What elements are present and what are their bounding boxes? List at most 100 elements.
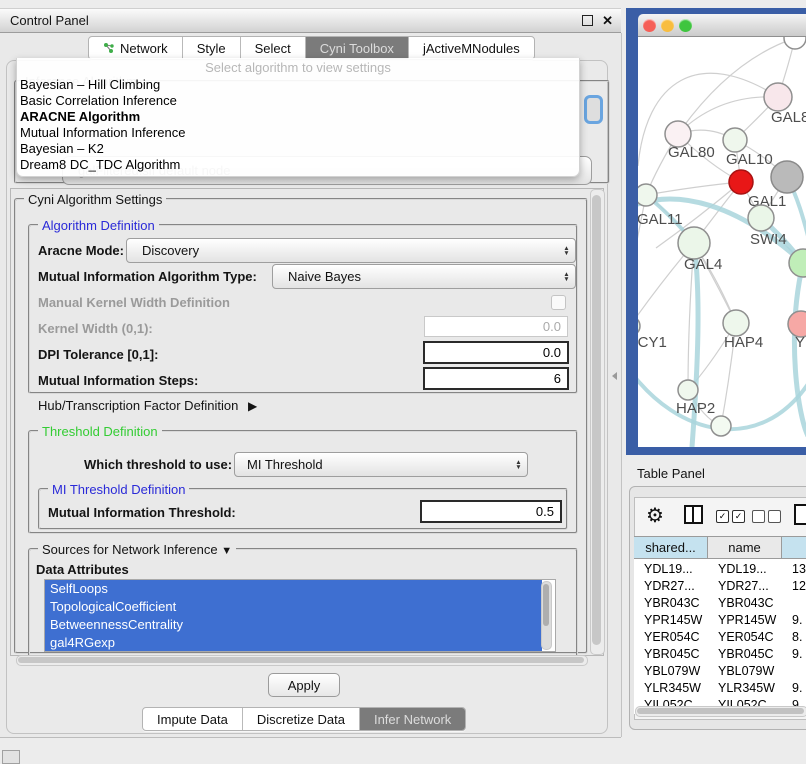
settings-horizontal-scrollbar[interactable] xyxy=(16,655,588,666)
attribute-item[interactable]: TopologicalCoefficient xyxy=(45,598,542,616)
window-close-icon[interactable] xyxy=(643,19,656,32)
table-row[interactable]: YPR145WYPR145W9. xyxy=(634,611,806,628)
network-node-gal4[interactable] xyxy=(678,227,710,259)
table-row[interactable]: YBR045CYBR045C9. xyxy=(634,645,806,662)
mi-threshold-group-title: MI Threshold Definition xyxy=(48,482,189,497)
close-panel-icon[interactable]: ✕ xyxy=(602,16,613,26)
new-table-icon[interactable] xyxy=(794,504,806,525)
table-cell: YLR345W xyxy=(634,681,708,695)
table-row[interactable]: YDR27...YDR27...12 xyxy=(634,577,806,594)
table-cell: YPR145W xyxy=(634,613,708,627)
table-cell: 9. xyxy=(782,647,806,661)
mi-threshold-input[interactable]: 0.5 xyxy=(420,500,562,523)
network-node-gal11[interactable] xyxy=(638,184,657,206)
network-node-hap4[interactable] xyxy=(723,310,749,336)
network-edge[interactable] xyxy=(638,195,646,276)
sources-group-title[interactable]: Sources for Network Inference ▼ xyxy=(38,542,236,557)
tab-label: Cyni Toolbox xyxy=(320,41,394,56)
aracne-mode-value: Discovery xyxy=(127,243,558,258)
network-node-gcy1[interactable] xyxy=(638,316,640,336)
mi-steps-input[interactable]: 6 xyxy=(423,367,569,390)
mi-threshold-label: Mutual Information Threshold: xyxy=(48,505,236,520)
network-graph: GAL8GAL80GAL10GAL1GAL11SWI4GAL4GCY1HAP4Y… xyxy=(638,36,806,447)
tab-impute-data[interactable]: Impute Data xyxy=(143,708,243,730)
split-columns-icon[interactable] xyxy=(684,505,703,524)
dpi-tolerance-input[interactable]: 0.0 xyxy=(423,341,569,364)
threshold-definition-title: Threshold Definition xyxy=(38,424,162,439)
table-cell: YDL19... xyxy=(708,562,782,576)
table-cell: YBR043C xyxy=(708,596,782,610)
dropdown-item[interactable]: Mutual Information Inference xyxy=(17,125,579,141)
cyni-settings-title: Cyni Algorithm Settings xyxy=(24,192,166,207)
network-node-hap2[interactable] xyxy=(678,380,698,400)
tab-network[interactable]: Network xyxy=(89,37,183,59)
dropdown-item[interactable]: Bayesian – K2 xyxy=(17,141,579,157)
network-canvas[interactable]: GAL8GAL80GAL10GAL1GAL11SWI4GAL4GCY1HAP4Y… xyxy=(638,36,806,447)
checked-columns-icon[interactable]: ✓ ✓ xyxy=(716,510,745,523)
table-row[interactable]: YBR043CYBR043C xyxy=(634,594,806,611)
network-node-gal8[interactable] xyxy=(764,83,792,111)
manual-kernel-checkbox[interactable] xyxy=(551,295,566,310)
apply-button[interactable]: Apply xyxy=(268,673,340,697)
tab-infer-network[interactable]: Infer Network xyxy=(360,708,465,730)
which-threshold-combo[interactable]: MI Threshold ▲▼ xyxy=(234,452,528,477)
dropdown-item[interactable]: ARACNE Algorithm xyxy=(17,109,579,125)
mi-steps-value: 6 xyxy=(554,371,561,386)
attributes-list-scrollbar[interactable] xyxy=(541,581,552,650)
dropdown-item[interactable]: Dream8 DC_TDC Algorithm xyxy=(17,157,579,173)
float-panel-icon[interactable] xyxy=(582,15,593,26)
combo-stepper-icon: ▲▼ xyxy=(558,246,575,256)
tab-label: Impute Data xyxy=(157,712,228,727)
focused-spinner-fragment[interactable] xyxy=(584,95,603,124)
gear-icon[interactable]: ⚙ xyxy=(646,503,664,528)
tab-jactivemnodules[interactable]: jActiveMNodules xyxy=(409,37,534,59)
control-panel-header: Control Panel ✕ xyxy=(0,8,621,33)
kernel-width-value: 0.0 xyxy=(543,319,561,334)
network-node-gal1[interactable] xyxy=(729,170,753,194)
tab-select[interactable]: Select xyxy=(241,37,306,59)
tab-label: Discretize Data xyxy=(257,712,345,727)
mi-steps-label: Mutual Information Steps: xyxy=(38,373,198,388)
tab-cyni-toolbox[interactable]: Cyni Toolbox xyxy=(306,37,409,59)
table-cell: YLR345W xyxy=(708,681,782,695)
table-row[interactable]: YBL079WYBL079W xyxy=(634,662,806,679)
tab-style[interactable]: Style xyxy=(183,37,241,59)
table-horizontal-scrollbar[interactable] xyxy=(635,706,806,717)
column-header-1[interactable]: shared... xyxy=(634,536,708,559)
dropdown-item[interactable]: Basic Correlation Inference xyxy=(17,93,579,109)
window-zoom-icon[interactable] xyxy=(679,19,692,32)
table-cell: 9. xyxy=(782,613,806,627)
splitpane-collapse-icon[interactable] xyxy=(612,372,617,380)
table-row[interactable]: YDL19...YDL19...13 xyxy=(634,560,806,577)
algorithm-definition-title: Algorithm Definition xyxy=(38,218,159,233)
dropdown-item[interactable]: Bayesian – Hill Climbing xyxy=(17,77,579,93)
table-cell: YPR145W xyxy=(708,613,782,627)
column-header-3[interactable]: A xyxy=(782,536,806,559)
network-node-swi4[interactable] xyxy=(748,205,774,231)
table-row[interactable]: YER054CYER054C8. xyxy=(634,628,806,645)
network-node-gray-node[interactable] xyxy=(771,161,803,193)
hub-definition-expander[interactable]: Hub/Transcription Factor Definition ▶ xyxy=(38,398,257,413)
table-row[interactable]: YLR345WYLR345W9. xyxy=(634,679,806,696)
network-window-titlebar[interactable] xyxy=(638,14,806,37)
table-cell: YER054C xyxy=(708,630,782,644)
table-cell: 9. xyxy=(782,681,806,695)
attribute-item[interactable]: SelfLoops xyxy=(45,580,542,598)
settings-vertical-scrollbar[interactable] xyxy=(590,189,605,655)
network-node-top-partial[interactable] xyxy=(784,36,806,49)
node-label: Y xyxy=(795,334,805,351)
table-cell: YDL19... xyxy=(634,562,708,576)
network-node-bottom-partial[interactable] xyxy=(711,416,731,436)
network-node-gal10[interactable] xyxy=(723,128,747,152)
tab-discretize-data[interactable]: Discretize Data xyxy=(243,708,360,730)
mi-type-combo[interactable]: Naive Bayes ▲▼ xyxy=(272,264,576,289)
network-edge[interactable] xyxy=(678,97,778,134)
kernel-width-input[interactable]: 0.0 xyxy=(424,316,568,337)
aracne-mode-label: Aracne Mode: xyxy=(38,243,124,258)
attribute-item[interactable]: gal4RGexp xyxy=(45,634,542,652)
column-header-2[interactable]: name xyxy=(708,536,782,559)
unchecked-columns-icon[interactable] xyxy=(752,510,781,523)
attribute-item[interactable]: BetweennessCentrality xyxy=(45,616,542,634)
window-minimize-icon[interactable] xyxy=(661,19,674,32)
aracne-mode-combo[interactable]: Discovery ▲▼ xyxy=(126,238,576,263)
